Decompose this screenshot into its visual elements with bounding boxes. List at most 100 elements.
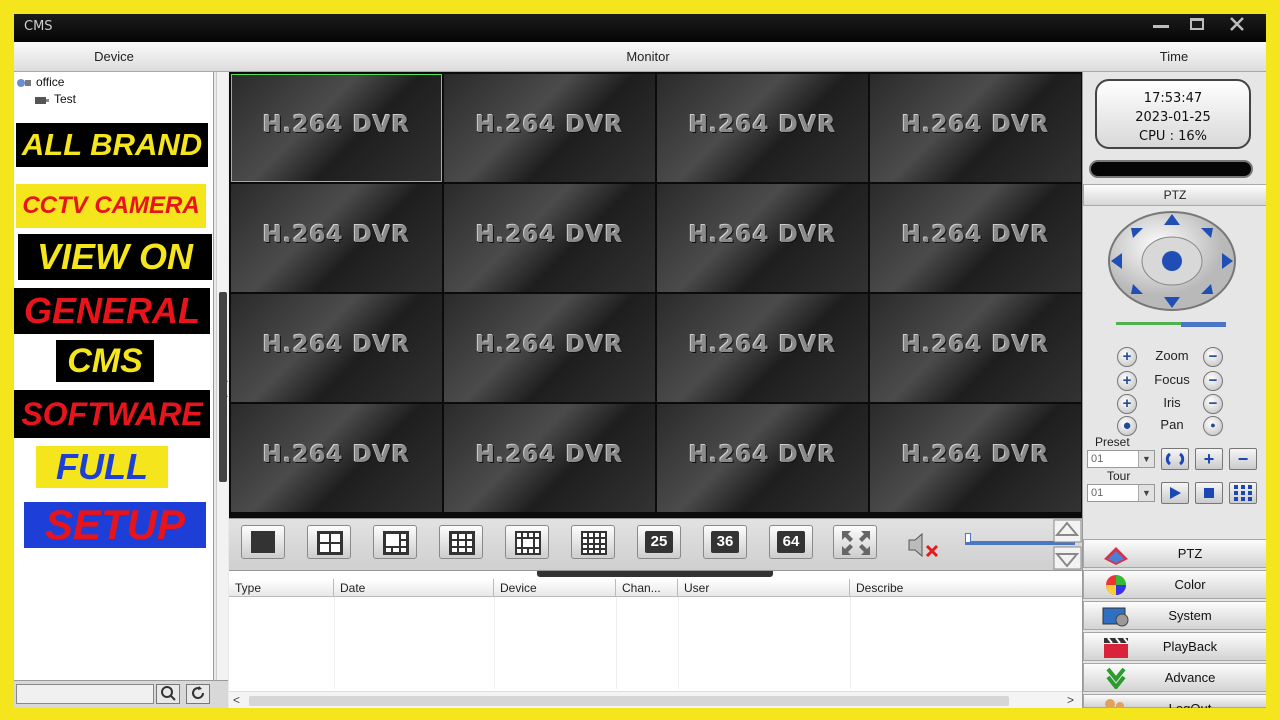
maximize-button[interactable] xyxy=(1184,17,1210,37)
close-button[interactable] xyxy=(1224,17,1250,37)
layout-25-button[interactable]: 25 xyxy=(637,525,681,559)
focus-out-button[interactable]: − xyxy=(1203,371,1223,391)
tree-item-office[interactable]: office xyxy=(16,74,64,90)
tour-stop-button[interactable] xyxy=(1195,482,1223,504)
layout-1-button[interactable] xyxy=(241,525,285,559)
log-col-user[interactable]: User xyxy=(678,579,850,597)
layout-9-button[interactable] xyxy=(439,525,483,559)
play-icon xyxy=(1170,487,1181,499)
layout-13-button[interactable] xyxy=(505,525,549,559)
log-scrollbar-thumb[interactable] xyxy=(249,696,1009,706)
video-cell[interactable]: H.264 DVR xyxy=(657,184,868,292)
pan-start-button[interactable]: ● xyxy=(1117,416,1137,436)
iris-close-button[interactable]: − xyxy=(1203,394,1223,414)
layout-16-button[interactable] xyxy=(571,525,615,559)
device-panel-scrollbar[interactable] xyxy=(216,72,228,682)
log-col-describe[interactable]: Describe xyxy=(850,579,1082,597)
tree-child-label: Test xyxy=(54,92,77,106)
fullscreen-button[interactable] xyxy=(833,525,877,559)
ptz-direction-pad[interactable] xyxy=(1107,210,1237,312)
banner-setup: SETUP xyxy=(24,502,206,548)
iris-open-button[interactable]: + xyxy=(1117,394,1137,414)
video-cell[interactable]: H.264 DVR xyxy=(231,184,442,292)
log-col-type[interactable]: Type xyxy=(229,579,334,597)
device-tree-icon xyxy=(17,78,31,87)
menu-advance-label: Advance xyxy=(1164,670,1216,685)
video-cell-label: H.264 DVR xyxy=(475,222,624,248)
log-horizontal-scrollbar[interactable]: < > xyxy=(229,691,1082,708)
advance-arrow-icon xyxy=(1106,667,1126,689)
banner-full: FULL xyxy=(36,446,168,488)
tree-root-label: office xyxy=(36,75,65,89)
video-cell[interactable]: H.264 DVR xyxy=(657,294,868,402)
mute-speaker-icon xyxy=(908,532,939,558)
grid-icon xyxy=(1234,485,1252,501)
zoom-out-button[interactable]: − xyxy=(1203,347,1223,367)
event-log: Type Date Device Chan... User Describe <… xyxy=(229,570,1082,708)
layout-6-button[interactable] xyxy=(373,525,417,559)
tour-play-button[interactable] xyxy=(1161,482,1189,504)
video-cell[interactable]: H.264 DVR xyxy=(444,294,655,402)
menu-ptz-button[interactable]: PTZ xyxy=(1083,539,1266,568)
video-cell[interactable]: H.264 DVR xyxy=(231,294,442,402)
layout-4-icon xyxy=(317,531,343,555)
monitor-column-header: Monitor xyxy=(214,42,1082,72)
video-cell-label: H.264 DVR xyxy=(901,442,1050,468)
time-column-header: Time xyxy=(1082,42,1266,72)
log-header-row: Type Date Device Chan... User Describe xyxy=(229,579,1082,597)
layout-13-icon xyxy=(515,531,541,555)
video-cell[interactable]: H.264 DVR xyxy=(444,404,655,512)
search-button[interactable] xyxy=(156,684,180,704)
scroll-right-icon[interactable]: > xyxy=(1067,693,1074,707)
refresh-button[interactable] xyxy=(186,684,210,704)
layout-4-button[interactable] xyxy=(307,525,351,559)
preset-add-button[interactable]: + xyxy=(1195,448,1223,470)
tour-grid-button[interactable] xyxy=(1229,482,1257,504)
video-cell[interactable]: H.264 DVR xyxy=(870,74,1081,182)
device-search-input[interactable] xyxy=(16,684,154,704)
preset-remove-button[interactable]: − xyxy=(1229,448,1257,470)
preset-label: Preset xyxy=(1095,435,1130,449)
menu-system-button[interactable]: System xyxy=(1083,601,1266,630)
video-cell[interactable]: H.264 DVR xyxy=(231,404,442,512)
video-cell[interactable]: H.264 DVR xyxy=(657,74,868,182)
volume-slider-handle[interactable] xyxy=(965,533,971,543)
video-cell[interactable]: H.264 DVR xyxy=(444,74,655,182)
video-cell[interactable]: H.264 DVR xyxy=(870,404,1081,512)
tour-select[interactable]: 01 ▼ xyxy=(1087,484,1155,502)
refresh-icon xyxy=(192,686,205,700)
toolbar-scroll-icon[interactable] xyxy=(1053,519,1082,571)
system-icon xyxy=(1102,607,1129,627)
log-resize-handle[interactable] xyxy=(537,571,773,577)
layout-64-button[interactable]: 64 xyxy=(769,525,813,559)
video-cell[interactable]: H.264 DVR xyxy=(870,294,1081,402)
preset-goto-button[interactable] xyxy=(1161,448,1189,470)
ptz-speed-fill xyxy=(1181,322,1226,327)
log-col-date[interactable]: Date xyxy=(334,579,494,597)
pan-stop-button[interactable]: ● xyxy=(1203,416,1223,436)
clock-time: 17:53:47 xyxy=(1143,91,1203,106)
video-cell[interactable]: H.264 DVR xyxy=(870,184,1081,292)
video-cell-label: H.264 DVR xyxy=(688,332,837,358)
menu-playback-button[interactable]: PlayBack xyxy=(1083,632,1266,661)
scroll-left-icon[interactable]: < xyxy=(233,693,240,707)
menu-color-button[interactable]: Color xyxy=(1083,570,1266,599)
maximize-icon xyxy=(1190,18,1204,30)
video-cell-label: H.264 DVR xyxy=(262,112,411,138)
menu-logout-button[interactable]: LogOut xyxy=(1083,694,1266,708)
tree-item-test[interactable]: Test xyxy=(34,91,76,107)
layout-36-button[interactable]: 36 xyxy=(703,525,747,559)
video-cell[interactable]: H.264 DVR xyxy=(444,184,655,292)
log-col-channel[interactable]: Chan... xyxy=(616,579,678,597)
iris-label: Iris xyxy=(1163,395,1181,410)
menu-advance-button[interactable]: Advance xyxy=(1083,663,1266,692)
zoom-in-button[interactable]: + xyxy=(1117,347,1137,367)
video-cell[interactable]: H.264 DVR xyxy=(231,74,442,182)
log-col-device[interactable]: Device xyxy=(494,579,616,597)
minimize-button[interactable] xyxy=(1148,17,1174,37)
layout-9-icon xyxy=(449,531,475,555)
video-cell[interactable]: H.264 DVR xyxy=(657,404,868,512)
mute-button[interactable] xyxy=(905,529,945,561)
focus-in-button[interactable]: + xyxy=(1117,371,1137,391)
preset-select[interactable]: 01 ▼ xyxy=(1087,450,1155,468)
